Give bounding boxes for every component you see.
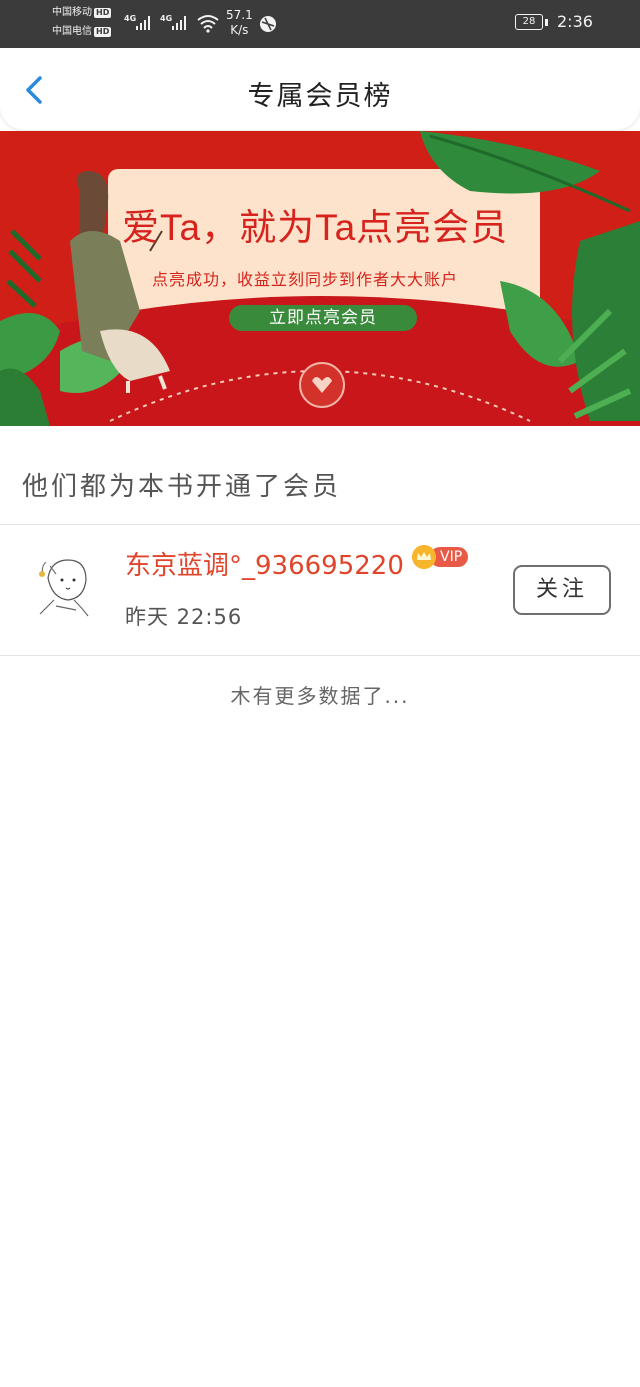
clock: 2:36 <box>557 12 593 31</box>
carrier-2-label: 中国电信 <box>52 26 92 37</box>
wifi-icon <box>197 15 219 33</box>
page-title: 专属会员榜 <box>247 81 393 112</box>
member-time: 昨天 22:56 <box>125 605 243 629</box>
status-bar: 中国移动 HD 中国电信 HD 4G 4G 57.1 K/s 28 2:36 <box>0 0 640 48</box>
vpn-icon <box>260 16 276 32</box>
battery-tip <box>545 19 548 26</box>
banner-title: 爱Ta，就为Ta点亮会员 <box>122 207 509 248</box>
signal-icon-2: 4G <box>160 14 186 30</box>
divider <box>0 655 640 656</box>
nav-bar: 专属会员榜 <box>0 48 640 130</box>
divider <box>0 524 640 525</box>
carrier-1: 中国移动 HD <box>52 7 112 19</box>
activate-membership-button[interactable]: 立即点亮会员 <box>229 305 417 331</box>
battery-icon: 28 <box>515 14 543 30</box>
network-speed: 57.1 K/s <box>226 8 253 38</box>
section-heading: 他们都为本书开通了会员 <box>22 472 342 502</box>
no-more-data-text: 木有更多数据了... <box>230 684 410 708</box>
member-name[interactable]: 东京蓝调°_936695220 <box>125 545 404 582</box>
carrier-2: 中国电信 HD <box>52 26 112 38</box>
promo-banner[interactable]: 爱Ta，就为Ta点亮会员 点亮成功，收益立刻同步到作者大大账户 立即点亮会员 <box>0 131 640 426</box>
hd-badge-2: HD <box>94 27 112 37</box>
crown-icon <box>412 545 436 569</box>
follow-button[interactable]: 关注 <box>513 565 611 615</box>
hd-badge: HD <box>94 8 112 18</box>
signal-icon: 4G <box>124 14 150 30</box>
net-speed-unit: K/s <box>230 23 249 37</box>
net-speed-value: 57.1 <box>226 8 253 22</box>
avatar[interactable] <box>26 548 106 628</box>
svg-text:4G: 4G <box>160 14 172 23</box>
svg-text:4G: 4G <box>124 14 136 23</box>
carrier-1-label: 中国移动 <box>52 7 92 18</box>
banner-subtitle: 点亮成功，收益立刻同步到作者大大账户 <box>152 270 459 289</box>
